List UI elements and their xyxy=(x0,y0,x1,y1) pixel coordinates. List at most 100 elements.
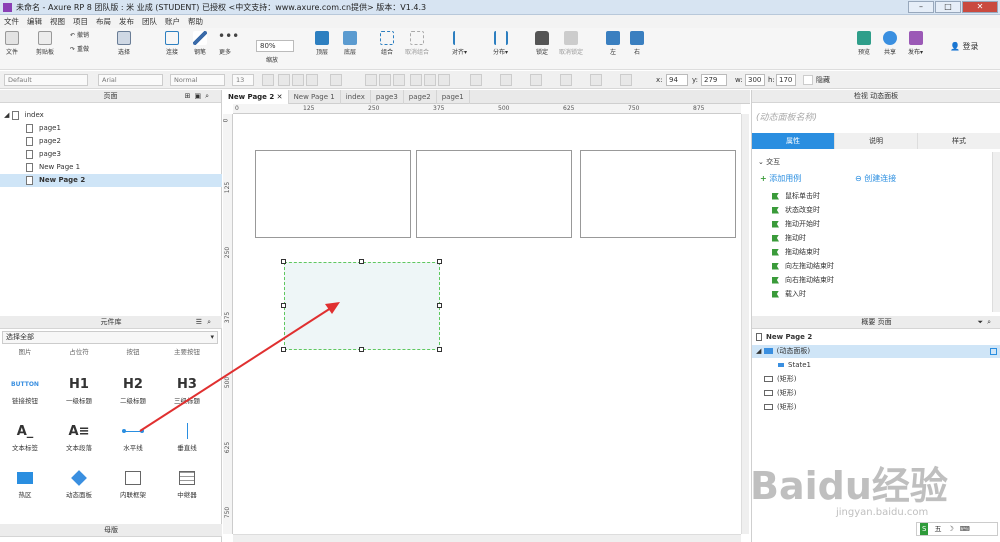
x-input[interactable]: 94 xyxy=(666,74,688,86)
valign-middle-button[interactable] xyxy=(424,74,436,86)
collapse-arrow-icon[interactable]: ◢ xyxy=(4,111,9,119)
send-bottom-button[interactable]: 底层 xyxy=(343,31,357,56)
widget-text-label[interactable]: A_ 文本标签 xyxy=(0,420,50,453)
file-button[interactable]: 文件 xyxy=(5,31,19,56)
menu-view[interactable]: 视图 xyxy=(50,16,65,27)
resize-handle[interactable] xyxy=(437,303,442,308)
widget-h1[interactable]: H1 一级标题 xyxy=(54,373,104,406)
right-button[interactable]: 右 xyxy=(630,31,644,56)
widget-horizontal-line[interactable]: 水平线 xyxy=(108,420,158,452)
inspector-scrollbar[interactable] xyxy=(992,152,1000,312)
valign-top-button[interactable] xyxy=(410,74,422,86)
menu-team[interactable]: 团队 xyxy=(142,16,157,27)
redo-button[interactable]: ↷ 重做 xyxy=(70,44,100,53)
page-item[interactable]: New Page 1 xyxy=(0,161,222,174)
font-size-select[interactable]: 13 xyxy=(232,74,254,86)
widget-inline-frame[interactable]: 内联框架 xyxy=(108,467,158,499)
menu-file[interactable]: 文件 xyxy=(4,16,19,27)
event-onclick[interactable]: 鼠标单击时 xyxy=(772,190,820,203)
visibility-icon[interactable] xyxy=(990,348,997,355)
widget-paragraph[interactable]: A≡ 文本段落 xyxy=(54,420,104,453)
widget-h2[interactable]: H2 二级标题 xyxy=(108,373,158,406)
connect-button[interactable]: 连接 xyxy=(165,31,179,56)
tab-index[interactable]: index xyxy=(341,90,371,104)
h-input[interactable]: 170 xyxy=(776,74,796,86)
widget-link-button[interactable]: BUTTON 链接按钮 xyxy=(0,373,50,406)
w-input[interactable]: 300 xyxy=(745,74,765,86)
undo-button[interactable]: ↶ 撤销 xyxy=(70,30,100,39)
login-button[interactable]: 👤 登录 xyxy=(950,41,979,52)
weight-select[interactable]: Normal xyxy=(170,74,225,86)
clipboard-button[interactable]: 剪贴板 xyxy=(36,31,54,56)
resize-handle[interactable] xyxy=(281,347,286,352)
tab-page3[interactable]: page3 xyxy=(371,90,404,104)
rectangle-widget[interactable] xyxy=(416,150,572,238)
underline-button[interactable] xyxy=(306,74,318,86)
canvas-vertical-scrollbar[interactable] xyxy=(741,114,749,534)
event-onstatechange[interactable]: 状态改变时 xyxy=(772,204,820,217)
library-actions[interactable]: ☰⌕ xyxy=(196,316,216,328)
preview-button[interactable]: 预览 xyxy=(857,31,871,56)
outline-actions[interactable]: ⏷⌕ xyxy=(977,316,995,328)
select-button[interactable]: 选择 xyxy=(117,31,131,56)
menu-account[interactable]: 账户 xyxy=(165,16,180,27)
library-select[interactable]: 选择全部 ▾ xyxy=(2,331,218,344)
interactions-section[interactable]: ⌄ 交互 xyxy=(758,157,780,167)
pages-actions[interactable]: ⊞▣⌕ xyxy=(185,90,213,102)
filter-icon[interactable]: ⏷ xyxy=(977,318,987,326)
menu-publish[interactable]: 发布 xyxy=(119,16,134,27)
tab-page2[interactable]: page2 xyxy=(404,90,437,104)
resize-handle[interactable] xyxy=(281,303,286,308)
more-button[interactable]: ••• 更多 xyxy=(218,30,239,56)
arrow-style-button[interactable] xyxy=(590,74,602,86)
outline-item-rectangle[interactable]: (矩形) xyxy=(764,373,796,386)
widget-vertical-line[interactable]: 垂直线 xyxy=(162,420,212,452)
line-color-button[interactable] xyxy=(500,74,512,86)
left-button[interactable]: 左 xyxy=(606,31,620,56)
share-button[interactable]: 共享 xyxy=(883,31,897,56)
tab-page1[interactable]: page1 xyxy=(437,90,470,104)
widget-dynamic-panel[interactable]: 动态面板 xyxy=(54,467,104,499)
align-left-button[interactable] xyxy=(365,74,377,86)
close-button[interactable]: ✕ xyxy=(962,1,998,13)
event-onload[interactable]: 载入时 xyxy=(772,288,806,301)
y-input[interactable]: 279 xyxy=(701,74,727,86)
outline-item-dynamic-panel[interactable]: ◢ (动态面板) xyxy=(752,345,1000,358)
group-button[interactable]: 组合 xyxy=(380,31,394,56)
color-picker[interactable] xyxy=(262,74,274,86)
align-right-button[interactable] xyxy=(393,74,405,86)
bold-button[interactable] xyxy=(278,74,290,86)
style-select[interactable]: Default xyxy=(4,74,88,86)
panel-name-input[interactable]: (动态面板名称) xyxy=(756,110,817,123)
page-item[interactable]: page3 xyxy=(0,148,222,161)
tab-properties[interactable]: 属性 xyxy=(752,133,835,149)
event-ondragdrop[interactable]: 拖动结束时 xyxy=(772,246,820,259)
font-select[interactable]: Arial xyxy=(98,74,163,86)
outline-item-rectangle[interactable]: (矩形) xyxy=(764,401,796,414)
lock-button[interactable]: 锁定 xyxy=(535,31,549,56)
menu-help[interactable]: 帮助 xyxy=(188,16,203,27)
widget-repeater[interactable]: 中继器 xyxy=(162,467,212,499)
resize-handle[interactable] xyxy=(437,259,442,264)
search-icon[interactable]: ⌕ xyxy=(987,318,995,326)
rectangle-widget[interactable] xyxy=(580,150,736,238)
tab-style[interactable]: 样式 xyxy=(918,133,1000,149)
line-width-button[interactable] xyxy=(530,74,542,86)
event-onswipeleft[interactable]: 向左拖动结束时 xyxy=(772,260,834,273)
maximize-button[interactable]: □ xyxy=(935,1,961,13)
fill-color-button[interactable] xyxy=(470,74,482,86)
line-style-button[interactable] xyxy=(560,74,572,86)
widget-h3[interactable]: H3 三级标题 xyxy=(162,373,212,406)
page-item-selected[interactable]: New Page 2 xyxy=(0,174,222,187)
search-icon[interactable]: ⌕ xyxy=(207,318,216,326)
search-icon[interactable]: ⌕ xyxy=(205,92,213,100)
resize-handle[interactable] xyxy=(437,347,442,352)
publish-button[interactable]: 发布▾ xyxy=(908,31,923,56)
add-folder-icon[interactable]: ▣ xyxy=(194,92,205,100)
resize-handle[interactable] xyxy=(359,259,364,264)
minimize-button[interactable]: – xyxy=(908,1,934,13)
italic-button[interactable] xyxy=(292,74,304,86)
event-ondrag[interactable]: 拖动时 xyxy=(772,232,806,245)
event-onswiperight[interactable]: 向右拖动结束时 xyxy=(772,274,834,287)
bring-top-button[interactable]: 顶层 xyxy=(315,31,329,56)
